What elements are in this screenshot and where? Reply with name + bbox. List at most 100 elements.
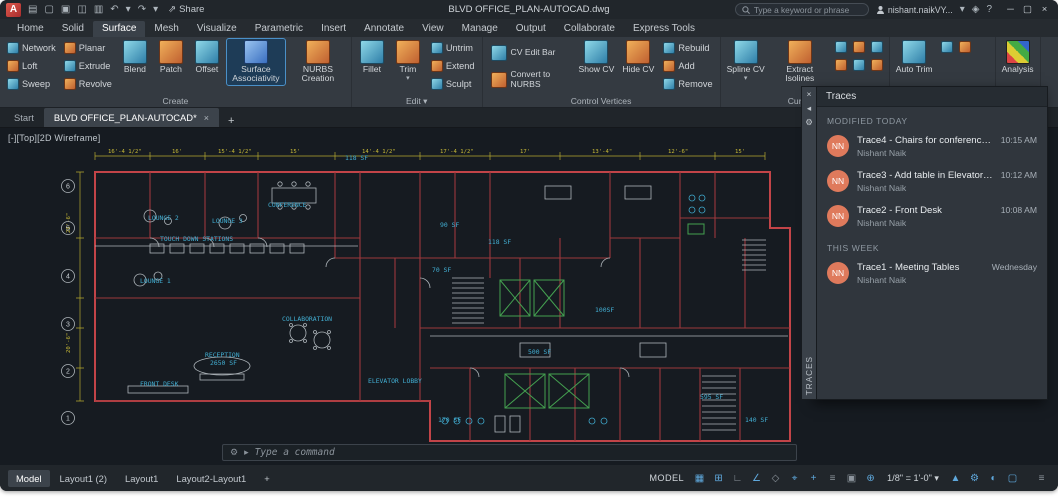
file-tab-blvd-office-plan-autocad[interactable]: BLVD OFFICE_PLAN-AUTOCAD*× [44, 108, 219, 127]
show-cv-button[interactable]: Show CV [577, 39, 617, 75]
undo-icon[interactable]: ↶ [110, 5, 118, 15]
layout-tab-layout1-2[interactable]: Layout1 (2) [52, 470, 115, 487]
palette-close-icon[interactable]: × [807, 89, 812, 99]
polar-tracking-icon[interactable]: ∠ [748, 470, 765, 487]
clean-screen-icon[interactable]: ▢ [1004, 470, 1021, 487]
trim-button[interactable]: Trim▾ [392, 39, 424, 84]
command-input[interactable]: Type a command [255, 447, 335, 458]
ribbon-tab-home[interactable]: Home [8, 21, 53, 37]
curve-project-button[interactable] [869, 39, 885, 55]
ribbon-tab-manage[interactable]: Manage [453, 21, 507, 37]
dynamic-input-icon[interactable]: ⊕ [862, 470, 879, 487]
palette-autohide-icon[interactable]: ◂ [807, 103, 811, 113]
annotation-visibility-icon[interactable]: ▲ [947, 470, 964, 487]
cv-edit-bar-button[interactable]: CV Edit Bar [487, 39, 573, 66]
sweep-button[interactable]: Sweep [4, 75, 59, 93]
object-snap-tracking-icon[interactable]: + [805, 470, 822, 487]
layout-tab-layout1[interactable]: Layout1 [117, 470, 166, 487]
snap-mode-icon[interactable]: ⊞ [710, 470, 727, 487]
new-drawing-tab-button[interactable]: + [219, 115, 243, 127]
layout-tab-layout2-layout1[interactable]: Layout2-Layout1 [168, 470, 254, 487]
isolate-objects-icon[interactable]: ◐ [985, 470, 1002, 487]
untrim-button[interactable]: Untrim [428, 39, 478, 57]
grid-icon[interactable]: ▦ [691, 470, 708, 487]
autocad-logo[interactable]: A [6, 3, 21, 17]
extend-button[interactable]: Extend [428, 57, 478, 75]
revolve-button[interactable]: Revolve [61, 75, 115, 93]
curve-offset-button[interactable] [833, 39, 849, 55]
project-to-view-button[interactable] [957, 39, 973, 55]
help-icon[interactable]: ? [986, 5, 992, 15]
spline-cv-flyout-icon[interactable]: ▾ [744, 75, 748, 83]
autodesk-app-icon[interactable]: ◈ [972, 5, 980, 15]
nurbs-creation-button[interactable]: NURBS Creation [289, 39, 347, 85]
close-button[interactable]: × [1037, 4, 1052, 15]
hide-cv-button[interactable]: Hide CV [620, 39, 656, 75]
rebuild-button[interactable]: Rebuild [660, 39, 715, 57]
object-snap-icon[interactable]: ⌖ [786, 470, 803, 487]
convert-to-nurbs-button[interactable]: Convert to NURBS [487, 66, 573, 93]
command-line[interactable]: ⚙ ▸ Type a command [222, 444, 797, 461]
ribbon-tab-solid[interactable]: Solid [53, 21, 93, 37]
panel-label-edit[interactable]: Edit ▾ [352, 95, 482, 107]
surface-associativity-button[interactable]: Surface Associativity [227, 39, 285, 85]
ribbon-tab-collaborate[interactable]: Collaborate [555, 21, 624, 37]
curve-blend-button[interactable] [851, 39, 867, 55]
ribbon-tab-visualize[interactable]: Visualize [188, 21, 246, 37]
close-tab-icon[interactable]: × [204, 113, 209, 123]
undo-flyout-icon[interactable]: ▾ [126, 5, 131, 15]
auto-trim-button[interactable]: Auto Trim [894, 39, 935, 75]
open-drawing-icon[interactable]: ▣ [61, 5, 70, 15]
trace-item[interactable]: NNTrace1 - Meeting TablesWednesdayNishan… [817, 256, 1047, 291]
trace-item[interactable]: NNTrace3 - Add table in Elevator Lobby10… [817, 164, 1047, 199]
ribbon-tab-express-tools[interactable]: Express Tools [624, 21, 704, 37]
file-tab-start[interactable]: Start [4, 108, 44, 127]
add-button[interactable]: Add [660, 57, 715, 75]
isodraft-icon[interactable]: ◇ [767, 470, 784, 487]
lineweight-icon[interactable]: ≡ [824, 470, 841, 487]
traces-palette-header[interactable]: Traces [817, 87, 1047, 107]
panel-label-control-vertices[interactable]: Control Vertices [483, 95, 720, 107]
account-menu[interactable]: nishant.naikVY... [876, 5, 953, 15]
selection-cycling-icon[interactable]: ▣ [843, 470, 860, 487]
remove-button[interactable]: Remove [660, 75, 715, 93]
user-menu-chevron-icon[interactable]: ▾ [960, 5, 965, 15]
workspace-switching-icon[interactable]: ⚙ [966, 470, 983, 487]
trim-flyout-icon[interactable]: ▾ [406, 75, 410, 83]
ribbon-tab-output[interactable]: Output [507, 21, 555, 37]
command-customize-icon[interactable]: ⚙ [230, 447, 238, 458]
ortho-icon[interactable]: ∟ [729, 470, 746, 487]
customization-icon[interactable]: ≡ [1033, 470, 1050, 487]
ribbon-tab-view[interactable]: View [413, 21, 453, 37]
spline-cv-button[interactable]: Spline CV▾ [725, 39, 767, 84]
loft-button[interactable]: Loft [4, 57, 59, 75]
menu-browser-icon[interactable]: ▤ [28, 5, 37, 15]
plot-icon[interactable]: ▥ [94, 5, 103, 15]
curve-intersect-button[interactable] [833, 57, 849, 73]
ribbon-tab-parametric[interactable]: Parametric [246, 21, 312, 37]
curve-freehand-button[interactable] [851, 57, 867, 73]
network-button[interactable]: Network [4, 39, 59, 57]
planar-button[interactable]: Planar [61, 39, 115, 57]
maximize-button[interactable]: ▢ [1020, 4, 1035, 15]
blend-button[interactable]: Blend [119, 39, 151, 75]
trace-item[interactable]: NNTrace4 - Chairs for conference room10:… [817, 129, 1047, 164]
layout-tab-model[interactable]: Model [8, 470, 50, 487]
analysis-button[interactable]: Analysis [1000, 39, 1036, 75]
ribbon-tab-surface[interactable]: Surface [93, 21, 145, 37]
share-button[interactable]: ⇗ Share [168, 4, 204, 15]
extract-isolines-button[interactable]: Extract Isolines [771, 39, 829, 85]
add-layout-button[interactable]: + [256, 470, 277, 487]
trace-item[interactable]: NNTrace2 - Front Desk10:08 AMNishant Nai… [817, 199, 1047, 234]
annotation-scale-button[interactable]: 1/8" = 1'-0" ▾ [881, 473, 945, 484]
save-icon[interactable]: ◫ [77, 5, 86, 15]
curve-cv-show-button[interactable] [869, 57, 885, 73]
ribbon-tab-annotate[interactable]: Annotate [355, 21, 413, 37]
palette-properties-icon[interactable]: ⚙ [805, 117, 813, 127]
extrude-button[interactable]: Extrude [61, 57, 115, 75]
panel-label-create[interactable]: Create [0, 95, 351, 107]
ribbon-tab-insert[interactable]: Insert [312, 21, 355, 37]
project-to-ucs-button[interactable] [939, 39, 955, 55]
help-search-input[interactable]: Type a keyword or phrase [735, 3, 869, 16]
patch-button[interactable]: Patch [155, 39, 187, 75]
